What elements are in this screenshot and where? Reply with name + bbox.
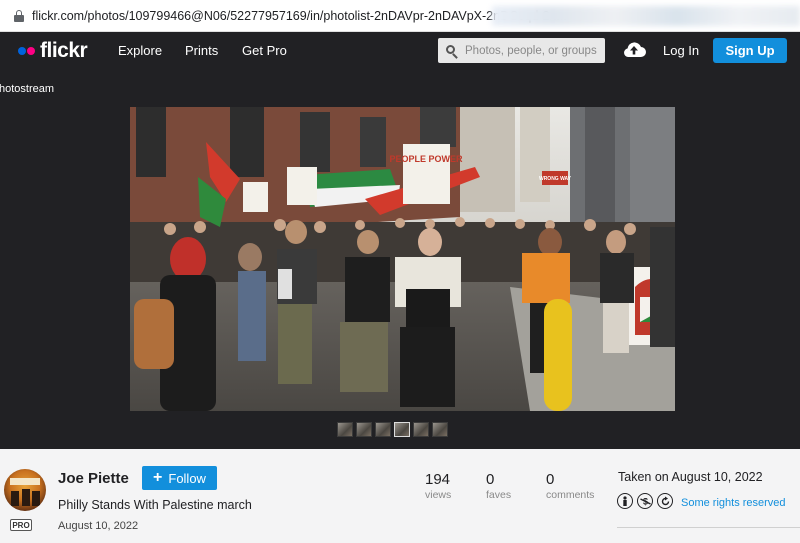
author-name[interactable]: Joe Piette (58, 470, 129, 487)
signup-button[interactable]: Sign Up (713, 38, 787, 63)
browser-address-bar[interactable]: flickr.com/photos/109799466@N06/52277957… (0, 0, 800, 32)
nav-prints[interactable]: Prints (185, 43, 218, 58)
photo-info-panel: PRO Joe Piette + Follow Philly Stands Wi… (0, 449, 800, 543)
lock-icon (14, 9, 24, 22)
search-icon[interactable] (446, 44, 458, 59)
blurred-area (492, 6, 800, 26)
logo-text: flickr (40, 39, 88, 62)
thumbnail[interactable] (356, 422, 372, 437)
some-rights-reserved-link[interactable]: Some rights reserved (681, 497, 786, 509)
thumbnail[interactable] (432, 422, 448, 437)
stat-label: comments (546, 489, 595, 501)
upload-cloud-icon[interactable] (622, 40, 646, 58)
login-link[interactable]: Log In (663, 43, 699, 58)
photo-viewer: hotostream PEOPLE POWER WRONG WAY (0, 70, 800, 449)
nav-explore[interactable]: Explore (118, 43, 162, 58)
follow-label: Follow (168, 470, 206, 486)
stat-comments: 0 comments (546, 471, 594, 501)
people-power-sign-text: PEOPLE POWER (389, 154, 463, 164)
wrong-way-sign-text: WRONG WAY (539, 176, 572, 182)
thumbnail[interactable] (337, 422, 353, 437)
photo-illustration: PEOPLE POWER WRONG WAY (130, 107, 675, 411)
flickr-logo[interactable]: flickr (18, 39, 88, 63)
avatar[interactable] (4, 469, 46, 511)
cc-by-icon (617, 493, 633, 509)
cc-nc-icon: $ (637, 493, 653, 509)
search-input[interactable] (465, 44, 605, 57)
stat-label: views (425, 489, 452, 501)
follow-button[interactable]: + Follow (142, 466, 217, 490)
cc-sa-icon (657, 493, 673, 509)
main-photo[interactable]: PEOPLE POWER WRONG WAY (130, 107, 675, 411)
url-text[interactable]: flickr.com/photos/109799466@N06/52277957… (32, 9, 567, 23)
logo-blue-dot (18, 47, 26, 55)
stat-value: 194 (425, 471, 451, 488)
top-navigation: flickr Explore Prints Get Pro Log In Sig… (0, 32, 800, 70)
photo-date: August 10, 2022 (58, 520, 139, 532)
stat-faves: 0 faves (486, 471, 511, 501)
thumbnail[interactable] (375, 422, 391, 437)
stat-views: 194 views (425, 471, 451, 501)
logo-pink-dot (27, 47, 35, 55)
taken-on-date: Taken on August 10, 2022 (618, 470, 763, 484)
back-to-photostream-link[interactable]: hotostream (0, 83, 54, 95)
divider (617, 527, 800, 528)
thumbnail[interactable] (413, 422, 429, 437)
pro-badge: PRO (10, 519, 32, 531)
stat-value: 0 (486, 471, 495, 488)
photo-title: Philly Stands With Palestine march (58, 498, 252, 512)
stat-value: 0 (546, 471, 555, 488)
license-icons: $ (617, 493, 673, 509)
search-box[interactable] (438, 38, 605, 63)
thumbnail-strip (337, 422, 448, 437)
stat-label: faves (486, 489, 512, 501)
thumbnail[interactable] (394, 422, 410, 437)
nav-get-pro[interactable]: Get Pro (242, 43, 287, 58)
plus-icon: + (153, 469, 163, 486)
